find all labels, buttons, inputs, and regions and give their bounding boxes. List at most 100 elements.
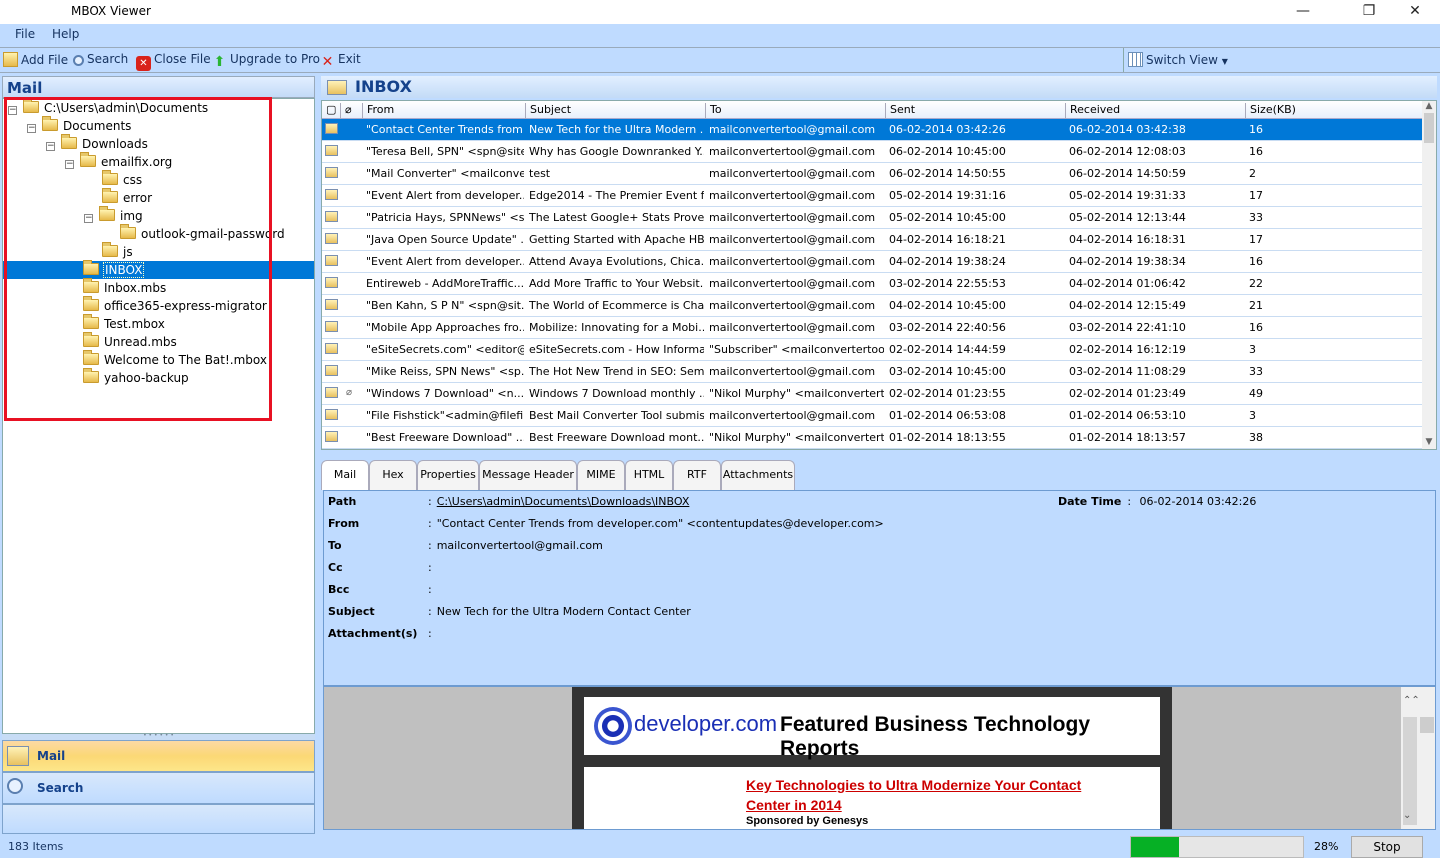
- collapse-icon[interactable]: −: [27, 124, 36, 133]
- switch-view-button[interactable]: Switch View ▼: [1123, 48, 1228, 72]
- tree-node[interactable]: − C:\Users\admin\Documents: [8, 98, 208, 117]
- tree-node[interactable]: error: [102, 188, 152, 207]
- scroll-down-icon[interactable]: ▼: [1422, 437, 1436, 447]
- scroll-thumb[interactable]: [1424, 113, 1434, 143]
- column-to[interactable]: To: [705, 103, 885, 119]
- attachment-column-icon[interactable]: ⌀: [340, 103, 362, 119]
- search-button[interactable]: Search: [73, 52, 128, 66]
- column-sent[interactable]: Sent: [885, 103, 1065, 119]
- nav-search-button[interactable]: Search: [2, 772, 315, 804]
- email-row[interactable]: "Mike Reiss, SPN News" <sp... The Hot New…: [322, 361, 1423, 383]
- tab-attachments[interactable]: Attachments: [721, 460, 795, 490]
- nav-search-label: Search: [37, 781, 84, 795]
- email-row[interactable]: "Ben Kahn, S P N" <spn@sit... The World o…: [322, 295, 1423, 317]
- menu-file[interactable]: File: [15, 27, 35, 41]
- stop-button[interactable]: Stop: [1351, 836, 1423, 858]
- envelope-icon: [325, 387, 338, 398]
- close-file-label: Close File: [154, 52, 211, 66]
- sponsor-text: Sponsored by Genesys: [746, 815, 869, 827]
- exit-button[interactable]: ✕ Exit: [320, 52, 361, 70]
- tab-hex[interactable]: Hex: [369, 460, 417, 490]
- datetime-label: Date Time: [1058, 495, 1122, 508]
- scroll-up-icon[interactable]: ⌃⌃: [1403, 695, 1420, 706]
- tree-node[interactable]: − Downloads: [46, 134, 148, 153]
- tab-html[interactable]: HTML: [625, 460, 673, 490]
- folder-icon: [80, 152, 96, 167]
- email-row[interactable]: "Mobile App Approaches fro... Mobilize: I…: [322, 317, 1423, 339]
- envelope-icon: [325, 233, 338, 244]
- cell-sent: 06-02-2014 10:45:00: [889, 145, 1006, 158]
- email-row[interactable]: "Best Freeware Download" ... Best Freewar…: [322, 427, 1423, 449]
- tree-node[interactable]: yahoo-backup: [83, 368, 189, 387]
- scroll-up-icon[interactable]: ▲: [1422, 101, 1436, 111]
- preview-scrollbar[interactable]: ⌃⌃ ⌄: [1401, 687, 1435, 829]
- upgrade-button[interactable]: ⬆ Upgrade to Pro: [212, 52, 320, 70]
- read-status-column-icon[interactable]: ▢: [322, 103, 340, 119]
- tree-node[interactable]: INBOX: [3, 260, 314, 279]
- logo-text: developer.com: [634, 711, 778, 736]
- tree-node[interactable]: − Documents: [27, 116, 132, 135]
- close-file-button[interactable]: ✕ Close File: [136, 52, 211, 71]
- email-row[interactable]: "Java Open Source Update" ... Getting Sta…: [322, 229, 1423, 251]
- path-link[interactable]: C:\Users\admin\Documents\Downloads\INBOX: [437, 495, 690, 508]
- email-list-scrollbar[interactable]: ▲ ▼: [1422, 101, 1436, 449]
- email-row[interactable]: "Patricia Hays, SPNNews" <s... The Latest…: [322, 207, 1423, 229]
- tab-mime[interactable]: MIME: [577, 460, 625, 490]
- tree-node[interactable]: − img: [84, 206, 143, 225]
- collapse-icon[interactable]: −: [8, 106, 17, 115]
- tab-message-header[interactable]: Message Header: [479, 460, 577, 490]
- email-row[interactable]: "Contact Center Trends from ... New Tech …: [322, 119, 1423, 141]
- report-link[interactable]: Key Technologies to Ultra Modernize Your…: [746, 775, 1126, 815]
- tab-properties[interactable]: Properties: [417, 460, 479, 490]
- nav-mail-button[interactable]: Mail: [2, 740, 315, 772]
- tree-node[interactable]: − emailfix.org: [65, 152, 172, 171]
- tree-node[interactable]: outlook-gmail-password: [120, 224, 285, 243]
- tree-node[interactable]: css: [102, 170, 142, 189]
- tree-node-label: img: [120, 209, 143, 223]
- cell-sent: 06-02-2014 03:42:26: [889, 123, 1006, 136]
- email-row[interactable]: Entireweb - AddMoreTraffic... Add More Tr…: [322, 273, 1423, 295]
- close-window-button[interactable]: ✕: [1392, 0, 1438, 24]
- menu-help[interactable]: Help: [52, 27, 79, 41]
- email-row[interactable]: "eSiteSecrets.com" <editor@... eSiteSecre…: [322, 339, 1423, 361]
- scroll-track[interactable]: [1403, 717, 1417, 825]
- envelope-icon: [325, 321, 338, 332]
- column-received[interactable]: Received: [1065, 103, 1245, 119]
- tree-node[interactable]: js: [102, 242, 133, 261]
- email-row[interactable]: "Teresa Bell, SPN" <spn@site... Why has G…: [322, 141, 1423, 163]
- scroll-down-icon[interactable]: ⌄: [1403, 810, 1411, 821]
- tree-node[interactable]: office365-express-migrator: [83, 296, 267, 315]
- cell-size: 16: [1249, 145, 1263, 158]
- collapse-icon[interactable]: −: [65, 160, 74, 169]
- tree-node[interactable]: Inbox.mbs: [83, 278, 166, 297]
- tree-node[interactable]: Welcome to The Bat!.mbox: [83, 350, 267, 369]
- email-row[interactable]: "File Fishstick"<admin@filefi... Best Mai…: [322, 405, 1423, 427]
- tree-node-label: Documents: [63, 119, 132, 133]
- cell-to: mailconvertertool@gmail.com: [709, 255, 876, 268]
- tree-node[interactable]: Test.mbox: [83, 314, 165, 333]
- to-value: mailconvertertool@gmail.com: [436, 539, 603, 552]
- tab-mail[interactable]: Mail: [321, 460, 369, 490]
- email-row[interactable]: "Mail Converter" <mailconve... test mailco…: [322, 163, 1423, 185]
- envelope-icon: [325, 255, 338, 266]
- cell-size: 16: [1249, 123, 1263, 136]
- cell-subject: New Tech for the Ultra Modern ...: [529, 123, 704, 136]
- folder-icon: [120, 224, 136, 239]
- scroll-thumb[interactable]: [1420, 717, 1434, 733]
- email-row[interactable]: "Event Alert from developer.... Edge2014 …: [322, 185, 1423, 207]
- column-from[interactable]: From: [362, 103, 525, 119]
- email-row[interactable]: "Event Alert from developer.... Attend Av…: [322, 251, 1423, 273]
- maximize-button[interactable]: ❐: [1346, 0, 1392, 24]
- tab-rtf[interactable]: RTF: [673, 460, 721, 490]
- email-row[interactable]: ⌀ "Windows 7 Download" <n... Windows 7 Dow…: [322, 383, 1423, 405]
- close-red-icon: ✕: [136, 56, 151, 71]
- collapse-icon[interactable]: −: [84, 214, 93, 223]
- column-size[interactable]: Size(KB): [1245, 103, 1423, 119]
- column-subject[interactable]: Subject: [525, 103, 705, 119]
- cell-size: 49: [1249, 387, 1263, 400]
- add-file-button[interactable]: Add File: [3, 52, 68, 67]
- minimize-button[interactable]: —: [1280, 0, 1326, 24]
- tree-node-label: yahoo-backup: [104, 371, 189, 385]
- tree-node[interactable]: Unread.mbs: [83, 332, 177, 351]
- collapse-icon[interactable]: −: [46, 142, 55, 151]
